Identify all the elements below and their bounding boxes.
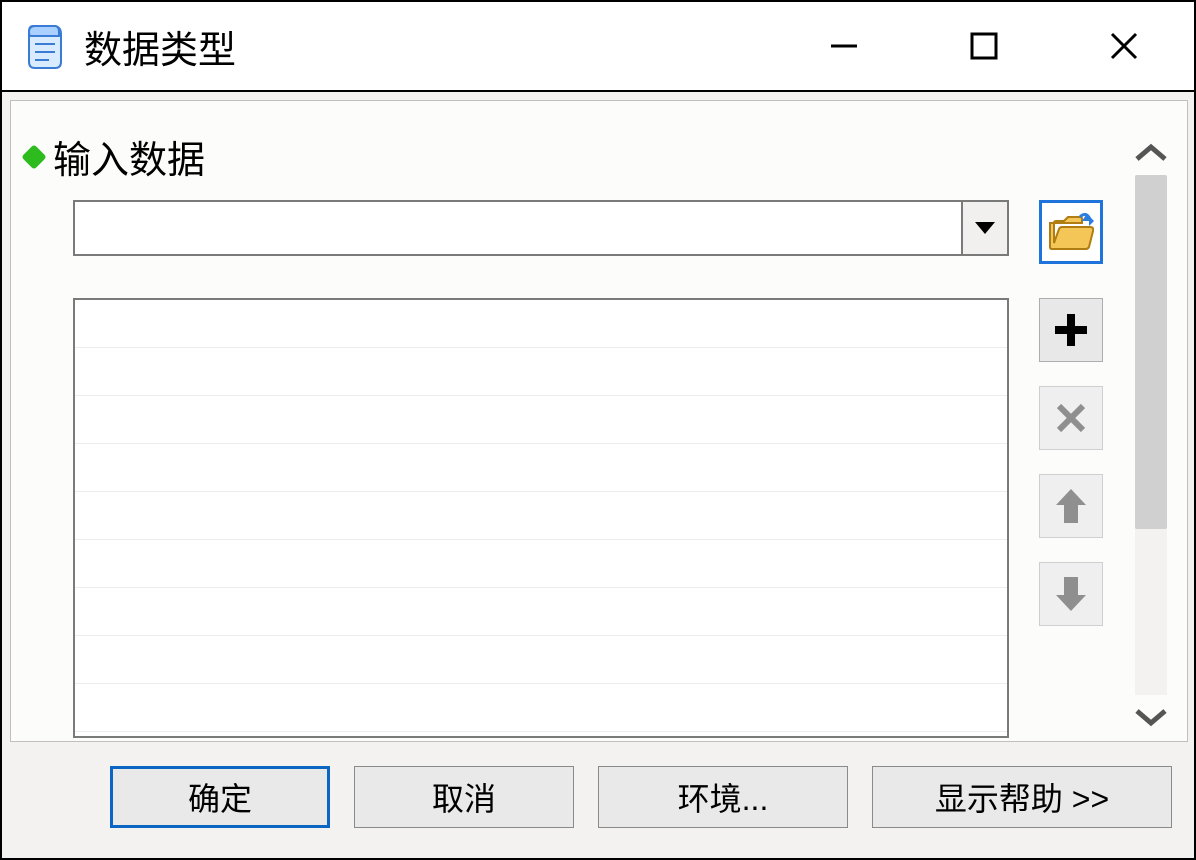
arrow-up-icon (1056, 489, 1086, 523)
body-panel: 输入数据 (10, 100, 1188, 742)
list-item (75, 444, 1007, 492)
list-item (75, 300, 1007, 348)
input-row (73, 200, 1103, 264)
section-title: 输入数据 (53, 129, 205, 184)
list-item (75, 348, 1007, 396)
input-data-list[interactable] (73, 298, 1009, 738)
content-column: 输入数据 (23, 129, 1115, 741)
titlebar: 数据类型 (2, 2, 1194, 92)
scroll-down-icon[interactable] (1131, 703, 1171, 731)
scroll-up-icon[interactable] (1131, 139, 1171, 167)
add-button[interactable] (1039, 298, 1103, 362)
browse-button[interactable] (1039, 200, 1103, 264)
section-header: 输入数据 (23, 129, 1103, 184)
show-help-button[interactable]: 显示帮助 >> (872, 766, 1172, 828)
environment-button[interactable]: 环境... (598, 766, 848, 828)
arrow-down-icon (1056, 577, 1086, 611)
close-button[interactable] (1054, 1, 1194, 91)
x-icon (1056, 403, 1086, 433)
scroll-track[interactable] (1135, 175, 1167, 695)
list-item (75, 636, 1007, 684)
window-title: 数据类型 (84, 19, 774, 74)
bullet-icon (21, 144, 46, 169)
folder-open-icon (1048, 213, 1094, 251)
remove-button[interactable] (1039, 386, 1103, 450)
input-data-combo[interactable] (73, 200, 1009, 256)
minimize-button[interactable] (774, 1, 914, 91)
dialog-buttons: 确定 取消 环境... 显示帮助 >> (10, 742, 1188, 852)
list-item (75, 540, 1007, 588)
plus-icon (1053, 312, 1089, 348)
ok-button[interactable]: 确定 (110, 766, 330, 828)
client-area: 输入数据 (2, 92, 1194, 858)
list-item (75, 492, 1007, 540)
input-data-field[interactable] (75, 202, 961, 254)
move-up-button[interactable] (1039, 474, 1103, 538)
cancel-button[interactable]: 取消 (354, 766, 574, 828)
list-item (75, 396, 1007, 444)
list-row (73, 298, 1103, 741)
move-down-button[interactable] (1039, 562, 1103, 626)
maximize-button[interactable] (914, 1, 1054, 91)
list-side-buttons (1039, 298, 1103, 626)
window-controls (774, 1, 1194, 91)
list-item (75, 684, 1007, 732)
scroll-icon (24, 20, 66, 72)
chevron-down-icon[interactable] (961, 202, 1007, 254)
vertical-scrollbar[interactable] (1115, 129, 1187, 741)
list-item (75, 588, 1007, 636)
scroll-thumb[interactable] (1135, 175, 1167, 529)
